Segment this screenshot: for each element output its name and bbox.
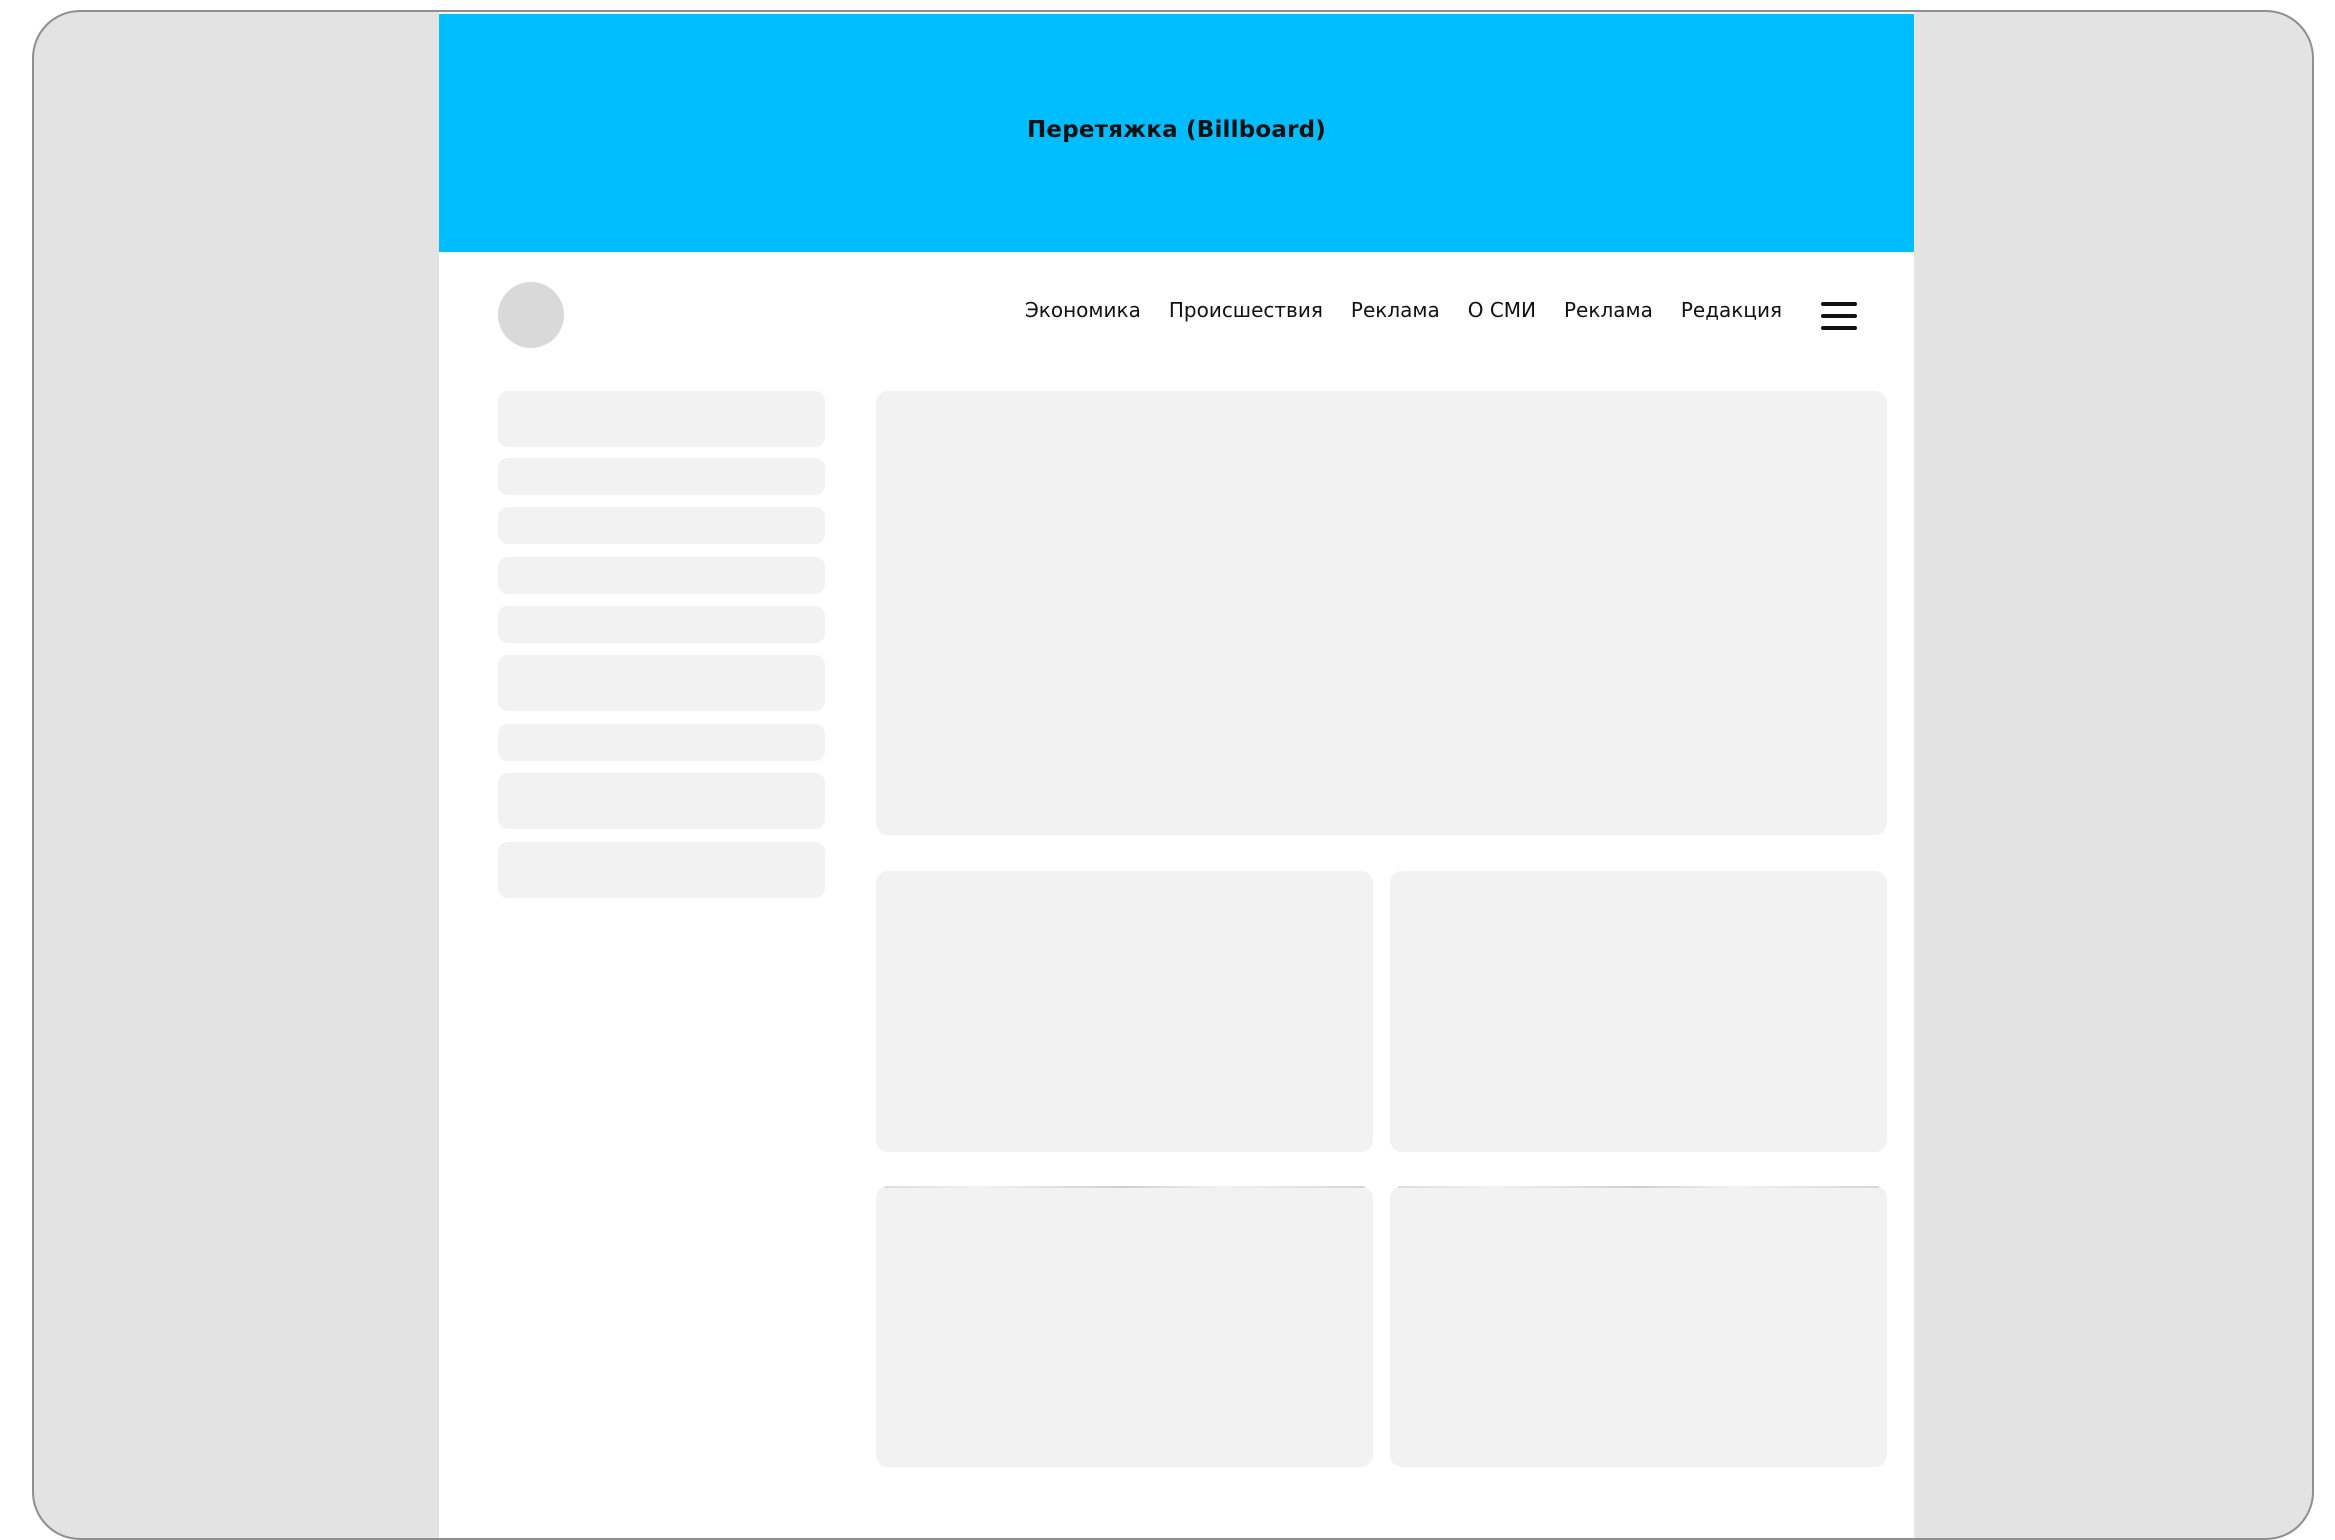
sidebar-skeleton-item (498, 655, 825, 711)
nav-item-advertising-2[interactable]: Реклама (1564, 298, 1653, 322)
sidebar-skeleton-item (498, 507, 825, 544)
billboard-label: Перетяжка (Billboard) (1026, 117, 1327, 143)
card-skeleton-block (876, 871, 1373, 1152)
sidebar-skeleton-item (498, 606, 825, 643)
nav-item-incidents[interactable]: Происшествия (1169, 298, 1323, 322)
menu-line (1821, 326, 1857, 330)
menu-line (1821, 314, 1857, 318)
logo-placeholder[interactable] (498, 282, 564, 348)
sidebar-skeleton-item (498, 557, 825, 594)
sidebar-skeleton-item (498, 724, 825, 761)
sidebar-skeleton-item (498, 773, 825, 829)
card-skeleton-block (1390, 1186, 1887, 1467)
card-skeleton-block (876, 1186, 1373, 1467)
nav-item-advertising[interactable]: Реклама (1351, 298, 1440, 322)
card-skeleton-block (1390, 871, 1887, 1152)
menu-line (1821, 302, 1857, 306)
sidebar-skeleton-item (498, 391, 825, 447)
site-header: Экономика Происшествия Реклама О СМИ Рек… (439, 252, 1914, 372)
main-nav: Экономика Происшествия Реклама О СМИ Рек… (1025, 298, 1782, 322)
sidebar-skeleton-item (498, 842, 825, 898)
nav-item-editorial[interactable]: Редакция (1681, 298, 1782, 322)
page: Перетяжка (Billboard) Экономика Происшес… (439, 12, 1914, 1538)
device-frame: Перетяжка (Billboard) Экономика Происшес… (32, 10, 2314, 1540)
nav-item-about-media[interactable]: О СМИ (1468, 298, 1536, 322)
hero-skeleton-block (876, 391, 1887, 835)
nav-item-economy[interactable]: Экономика (1025, 298, 1141, 322)
billboard-banner[interactable]: Перетяжка (Billboard) (439, 14, 1914, 252)
sidebar-skeleton-item (498, 458, 825, 495)
hamburger-menu-icon[interactable] (1821, 302, 1857, 330)
